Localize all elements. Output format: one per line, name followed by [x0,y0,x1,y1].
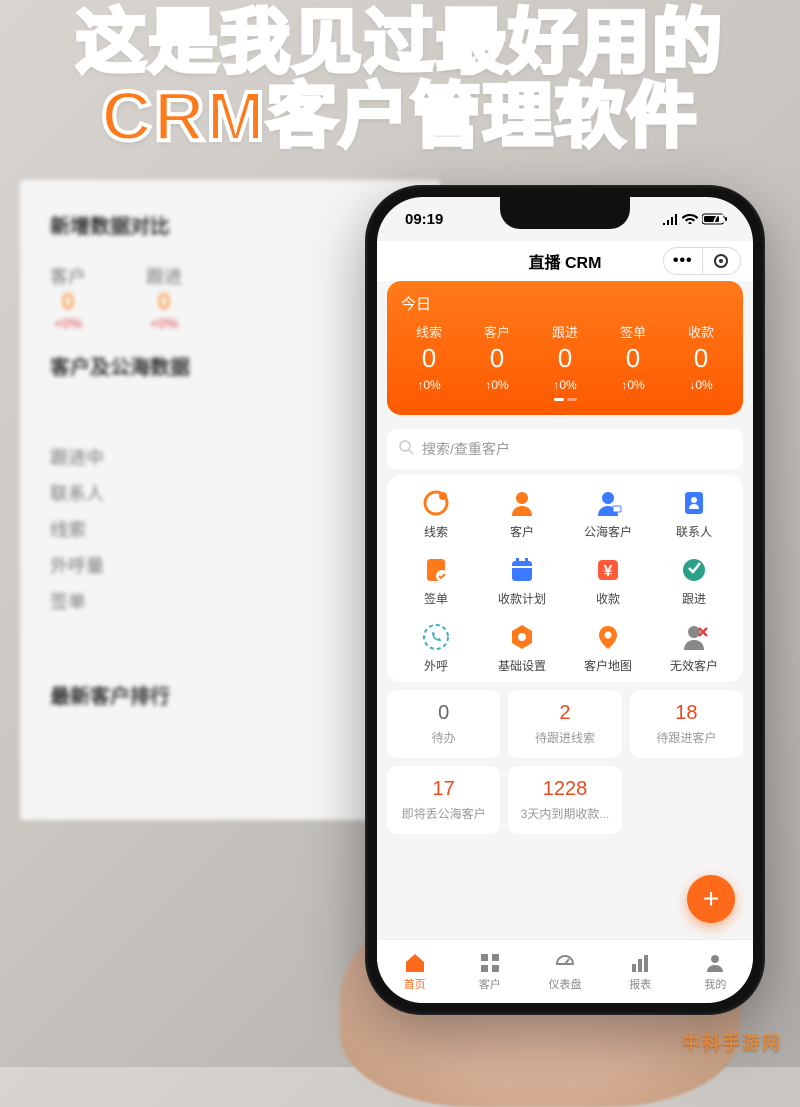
desktop-section3-title: 最新客户排行 [50,680,410,709]
dash-icon [554,952,576,974]
grid-item-contract[interactable]: 签单 [393,554,479,607]
desktop-stat: 跟进 0 +0% [146,263,182,331]
grid-item-plan[interactable]: 收款计划 [479,554,565,607]
tab-dash[interactable]: 仪表盘 [527,940,602,1003]
today-stat-4[interactable]: 收款 0 ↓0% [667,322,735,392]
tab-grid[interactable]: 客户 [452,940,527,1003]
close-button[interactable] [703,248,741,274]
app-title: 直播 CRM [529,249,602,273]
kpi-tile-0[interactable]: 0 待办 [387,690,500,758]
home-icon [404,952,426,974]
kpi-tile-2[interactable]: 18 待跟进客户 [630,690,743,758]
grid-icon [479,952,501,974]
more-icon: ••• [673,252,693,270]
pager-dots [395,398,735,401]
tab-bar: 首页 客户 仪表盘 报表 我的 [377,939,753,1003]
target-icon [714,254,728,268]
svg-text:¥: ¥ [604,563,613,580]
phone-screen: 09:19 75 直播 CRM ••• 今日 [377,197,753,1003]
title-bar: 直播 CRM ••• [377,241,753,281]
battery-percent: 75 [712,212,725,226]
today-stat-3[interactable]: 签单 0 ↑0% [599,322,667,392]
kpi-tile-4[interactable]: 1228 3天内到期收款... [508,766,621,834]
settings-icon [506,621,538,653]
grid-item-map[interactable]: 客户地图 [565,621,651,674]
lead-icon [420,487,452,519]
report-icon [629,952,651,974]
tab-report[interactable]: 报表 [603,940,678,1003]
sea-icon [592,487,624,519]
grid-item-settings[interactable]: 基础设置 [479,621,565,674]
plus-icon: + [703,883,719,915]
today-stats-card[interactable]: 今日 线索 0 ↑0% 客户 0 ↑0% 跟进 0 ↑0% 签单 0 ↑0% 收… [387,281,743,415]
customer-icon [506,487,538,519]
grid-item-payment[interactable]: ¥ 收款 [565,554,651,607]
search-icon [399,440,414,458]
me-icon [704,952,726,974]
contract-icon [420,554,452,586]
call-icon [420,621,452,653]
grid-item-contact[interactable]: 联系人 [651,487,737,540]
phone-notch [500,197,630,229]
desktop-section2-title: 客户及公海数据 [50,351,410,380]
status-time: 09:19 [405,211,443,228]
today-stat-0[interactable]: 线索 0 ↑0% [395,322,463,392]
grid-item-invalid[interactable]: 无效客户 [651,621,737,674]
function-grid: 线索 客户 公海客户 联系人 签单 收款计划 ¥ 收款 跟进 外呼 基础设置 客… [387,475,743,682]
follow-icon [678,554,710,586]
search-placeholder: 搜索/查重客户 [422,439,510,459]
headline-overlay: 这是我见过最好用的CRM客户管理软件 [0,6,800,153]
grid-item-sea[interactable]: 公海客户 [565,487,651,540]
wifi-icon [682,212,698,227]
invalid-icon [678,621,710,653]
search-input[interactable]: 搜索/查重客户 [387,429,743,469]
signal-icon [662,214,678,225]
tab-home[interactable]: 首页 [377,940,452,1003]
grid-item-lead[interactable]: 线索 [393,487,479,540]
grid-item-follow[interactable]: 跟进 [651,554,737,607]
add-fab[interactable]: + [687,875,735,923]
payment-icon: ¥ [592,554,624,586]
grid-item-customer[interactable]: 客户 [479,487,565,540]
watermark: 中科手游网 [682,1029,782,1055]
more-button[interactable]: ••• [664,248,703,274]
desktop-section1-title: 新增数据对比 [50,210,410,239]
map-icon [592,621,624,653]
kpi-tile-1[interactable]: 2 待跟进线索 [508,690,621,758]
kpi-tile-3[interactable]: 17 即将丢公海客户 [387,766,500,834]
miniprogram-capsule[interactable]: ••• [663,247,741,275]
phone-frame: 09:19 75 直播 CRM ••• 今日 [365,185,765,1015]
contact-icon [678,487,710,519]
grid-item-call[interactable]: 外呼 [393,621,479,674]
desktop-stat: 客户 0 +0% [50,263,86,331]
today-stat-1[interactable]: 客户 0 ↑0% [463,322,531,392]
tab-me[interactable]: 我的 [678,940,753,1003]
today-stat-2[interactable]: 跟进 0 ↑0% [531,322,599,392]
today-header: 今日 [395,291,735,322]
kpi-tiles: 0 待办 2 待跟进线索 18 待跟进客户 17 即将丢公海客户 1228 3天… [387,690,743,834]
plan-icon [506,554,538,586]
